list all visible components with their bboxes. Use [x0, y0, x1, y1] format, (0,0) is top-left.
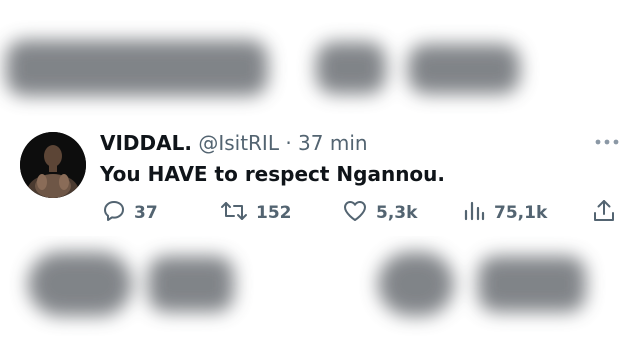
reply-button[interactable]: 37 — [102, 198, 158, 228]
timestamp[interactable]: 37 min — [298, 131, 368, 155]
tweet-card[interactable]: VIDDAL. @IsitRIL · 37 min You HAVE to re… — [0, 118, 640, 236]
like-button[interactable]: 5,3k — [342, 198, 417, 228]
action-bar: 37 152 5,3k 75,1k — [100, 198, 620, 228]
share-upload-icon — [592, 198, 624, 229]
screenshot-frame: VIDDAL. @IsitRIL · 37 min You HAVE to re… — [0, 0, 640, 360]
avatar[interactable] — [20, 132, 86, 198]
retweet-count: 152 — [256, 203, 292, 223]
heart-icon — [342, 199, 376, 228]
views-count: 75,1k — [494, 203, 548, 223]
handle[interactable]: @IsitRIL — [198, 131, 279, 155]
display-name[interactable]: VIDDAL. — [100, 131, 192, 155]
retweet-button[interactable]: 152 — [220, 198, 292, 228]
more-dots-icon[interactable] — [594, 134, 620, 150]
reply-icon — [102, 199, 134, 228]
like-count: 5,3k — [376, 203, 418, 223]
share-button[interactable] — [592, 198, 624, 228]
blurred-previous-tweet — [0, 22, 640, 118]
retweet-icon — [220, 199, 256, 228]
separator-dot: · — [285, 131, 292, 155]
tweet-header: VIDDAL. @IsitRIL · 37 min — [100, 130, 368, 156]
tweet-text: You HAVE to respect Ngannou. — [100, 162, 446, 186]
blurred-next-tweet — [0, 232, 640, 342]
reply-count: 37 — [134, 203, 158, 223]
views-bar-chart-icon — [462, 199, 494, 228]
views-button[interactable]: 75,1k — [462, 198, 547, 228]
